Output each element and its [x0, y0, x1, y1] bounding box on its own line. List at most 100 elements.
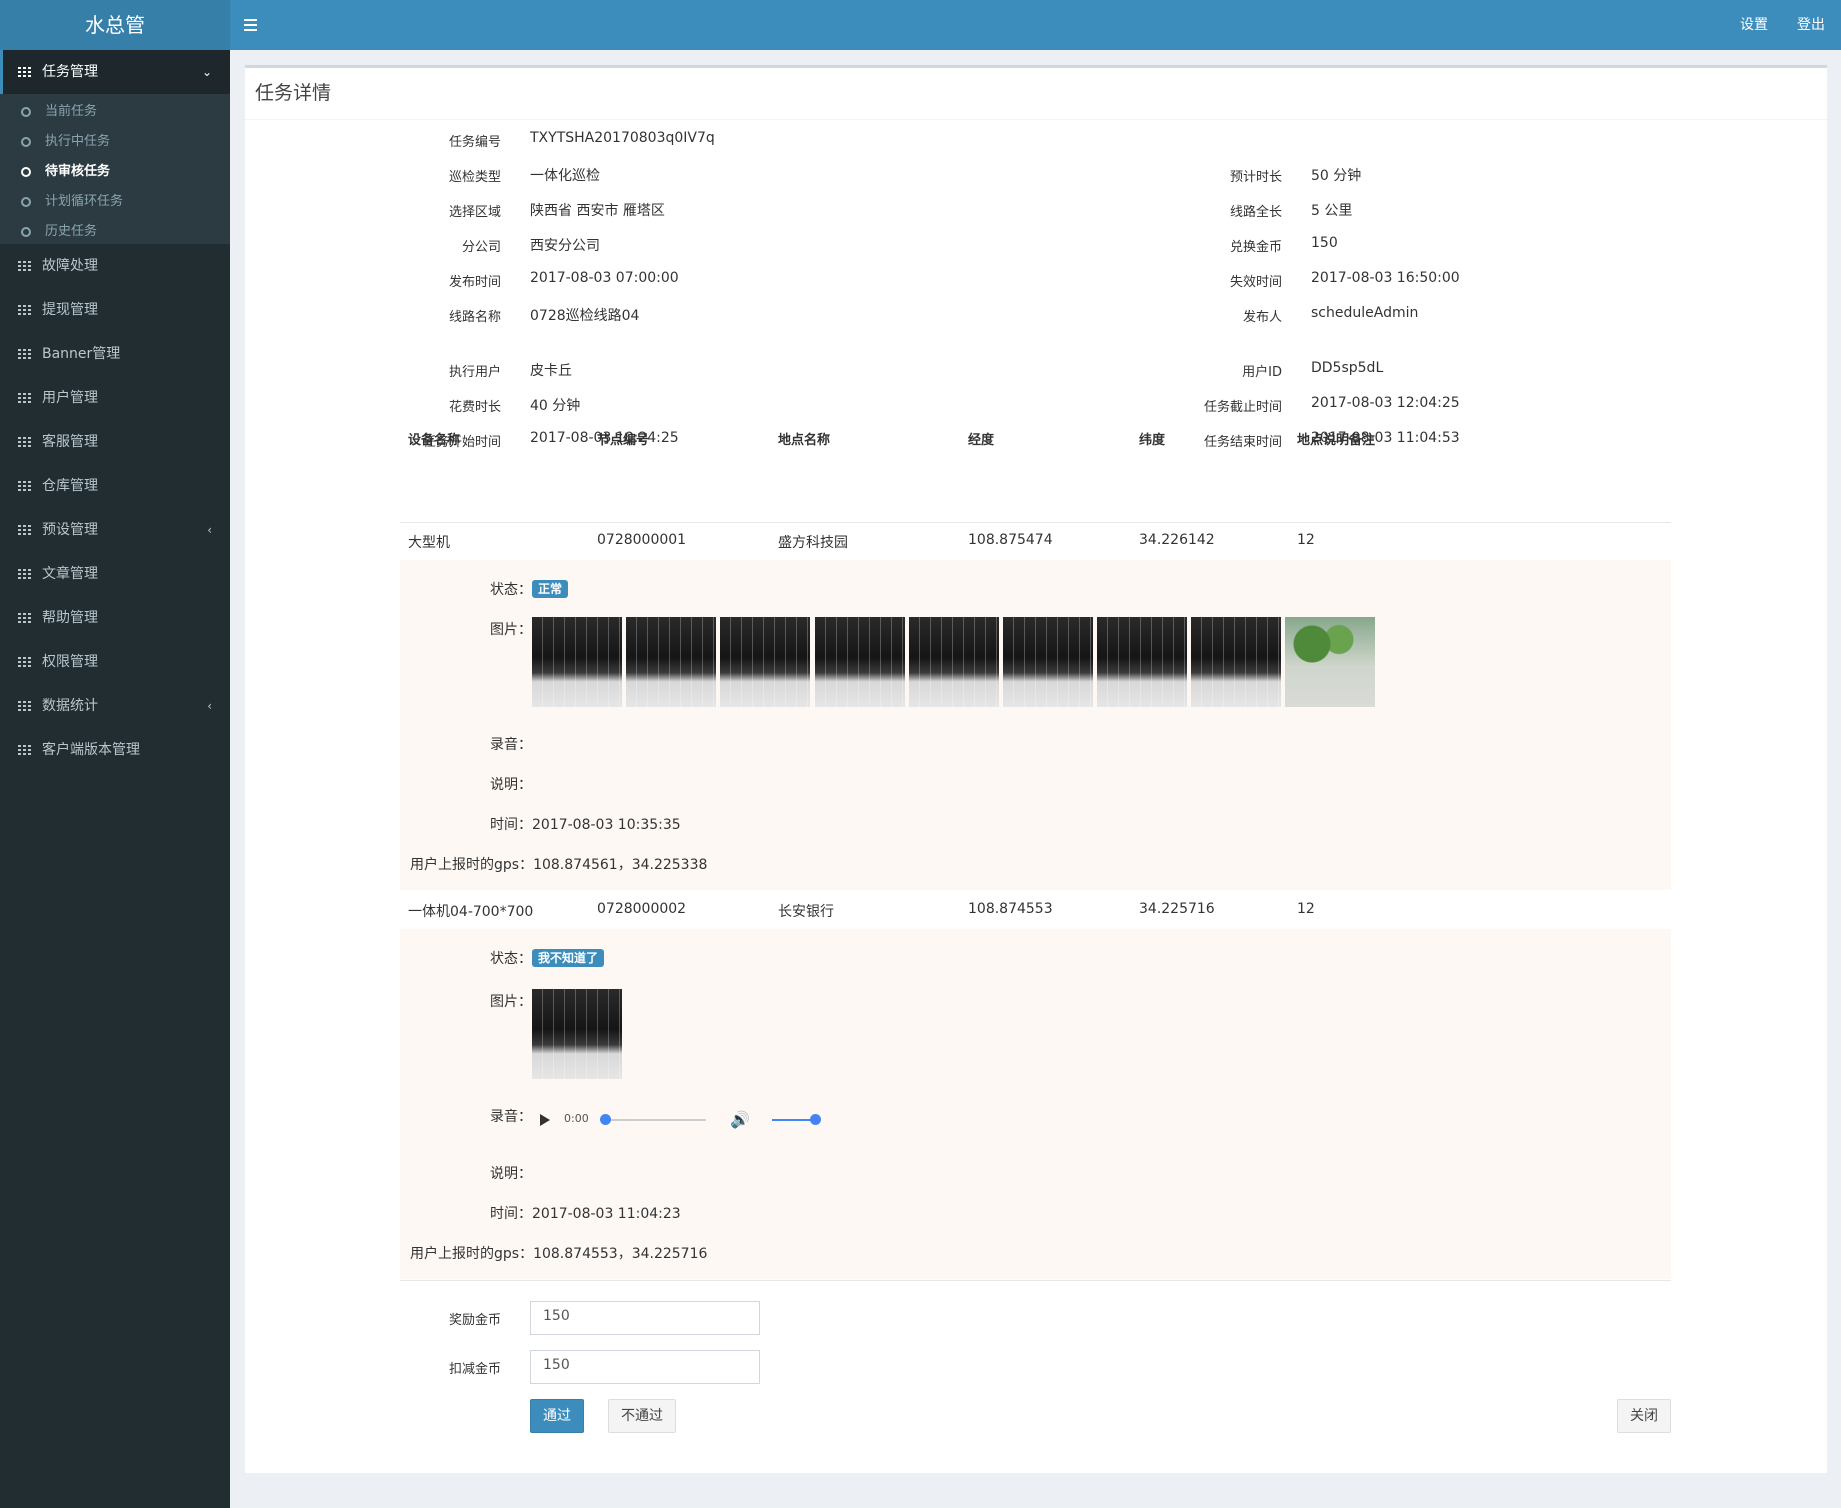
gps-value: 108.874553，34.225716: [533, 1246, 708, 1262]
sidebar-item-2[interactable]: Banner管理: [0, 332, 230, 376]
row-detail-panel: [400, 929, 1671, 1279]
audio-progress-knob[interactable]: [600, 1114, 611, 1125]
close-button[interactable]: 关闭: [1617, 1399, 1671, 1433]
photo-thumbnail[interactable]: [626, 617, 716, 707]
submenu-label: 待审核任务: [45, 164, 111, 179]
sidebar-item-label: 故障处理: [42, 258, 98, 274]
sidebar-item-8[interactable]: 帮助管理: [0, 596, 230, 640]
exec-user-label: 执行用户: [448, 365, 501, 380]
submenu-label: 执行中任务: [45, 134, 111, 149]
photo-thumbnail[interactable]: [1003, 617, 1093, 707]
deduct-coins-input[interactable]: 150: [530, 1350, 760, 1384]
sidebar-item-7[interactable]: 文章管理: [0, 552, 230, 596]
photo-thumbnail[interactable]: [720, 617, 810, 707]
reject-button[interactable]: 不通过: [608, 1399, 676, 1433]
sidebar-item-11[interactable]: 客户端版本管理: [0, 728, 230, 772]
sidebar-toggle-icon[interactable]: [244, 15, 260, 35]
play-icon[interactable]: [540, 1114, 550, 1126]
gps-value: 108.874561，34.225338: [533, 857, 708, 873]
sidebar-item-0[interactable]: 故障处理: [0, 244, 230, 288]
submenu-label: 计划循环任务: [45, 194, 124, 209]
route-length-label: 线路全长: [1229, 205, 1282, 220]
grid-icon: [18, 67, 31, 77]
circle-icon: [21, 137, 31, 147]
region-label: 选择区域: [448, 205, 501, 220]
submenu-item-pending-review[interactable]: 待审核任务: [0, 157, 230, 187]
est-duration-label: 预计时长: [1229, 170, 1282, 185]
time-value: 2017-08-03 11:04:23: [532, 1206, 681, 1222]
photo-thumbnail[interactable]: [1285, 617, 1375, 707]
circle-icon: [21, 197, 31, 207]
submenu-item-recurring-tasks[interactable]: 计划循环任务: [0, 187, 230, 217]
circle-icon: [21, 167, 31, 177]
patrol-type-label: 巡检类型: [448, 170, 501, 185]
photo-thumbnail[interactable]: [1097, 617, 1187, 707]
status-label: 状态：: [490, 951, 532, 967]
sidebar-item-label: 任务管理: [42, 64, 98, 80]
table-cell: 12: [1297, 901, 1315, 917]
table-cell: 0728000001: [597, 532, 687, 548]
divider: [400, 522, 1671, 523]
table-cell: 34.226142: [1139, 532, 1215, 548]
audio-label: 录音：: [490, 737, 532, 753]
approve-button[interactable]: 通过: [530, 1399, 584, 1433]
settings-link[interactable]: 设置: [1740, 0, 1768, 50]
app-logo[interactable]: 水总管: [0, 0, 230, 50]
photo-thumbnail[interactable]: [532, 989, 622, 1079]
sidebar-item-1[interactable]: 提现管理: [0, 288, 230, 332]
spent-value: 40 分钟: [530, 398, 581, 414]
est-duration-value: 50 分钟: [1311, 168, 1362, 184]
note-label: 说明：: [490, 777, 532, 793]
task-no-value: TXYTSHA20170803q0IV7q: [530, 130, 715, 146]
logout-link[interactable]: 登出: [1797, 0, 1825, 50]
sidebar-item-label: 仓库管理: [42, 478, 98, 494]
submenu-item-current-tasks[interactable]: 当前任务: [0, 97, 230, 127]
volume-icon[interactable]: 🔊: [730, 1111, 750, 1129]
col-header-location: 地点名称: [778, 433, 831, 448]
sidebar-item-4[interactable]: 客服管理: [0, 420, 230, 464]
sidebar-item-label: 文章管理: [42, 566, 98, 582]
photo-thumbnail[interactable]: [909, 617, 999, 707]
photo-thumbnail[interactable]: [815, 617, 905, 707]
grid-icon: [18, 525, 31, 535]
sidebar-item-label: 权限管理: [42, 654, 98, 670]
time-label: 时间：2017-08-03 10:35:35: [490, 814, 681, 834]
sidebar-item-3[interactable]: 用户管理: [0, 376, 230, 420]
sidebar-item-label: 帮助管理: [42, 610, 98, 626]
chevron-down-icon: ⌄: [201, 65, 212, 79]
gps-label-text: 用户上报时的gps：: [410, 1246, 534, 1262]
chevron-left-icon: ‹: [207, 523, 212, 537]
task-no-label: 任务编号: [448, 135, 501, 150]
pic-label: 图片：: [490, 622, 532, 638]
sidebar-item-9[interactable]: 权限管理: [0, 640, 230, 684]
exec-user-value: 皮卡丘: [530, 363, 572, 379]
time-label-text: 时间：: [490, 1206, 532, 1222]
col-header-node: 节点编号: [597, 433, 650, 448]
gps-label: 用户上报时的gps：108.874561，34.225338: [410, 854, 707, 874]
circle-icon: [21, 227, 31, 237]
submenu-item-executing-tasks[interactable]: 执行中任务: [0, 127, 230, 157]
sidebar-item-task-management[interactable]: 任务管理 ⌄: [0, 50, 230, 94]
submenu-item-history-tasks[interactable]: 历史任务: [0, 217, 230, 247]
table-cell: 长安银行: [778, 904, 834, 920]
top-header: 水总管 设置 登出: [0, 0, 1841, 50]
end-time-label: 任务结束时间: [1203, 435, 1282, 450]
grid-icon: [18, 657, 31, 667]
sidebar-item-10[interactable]: 数据统计 ‹: [0, 684, 230, 728]
publisher-label: 发布人: [1242, 310, 1282, 325]
submenu-label: 历史任务: [45, 224, 98, 239]
sidebar-item-5[interactable]: 仓库管理: [0, 464, 230, 508]
photo-thumbnail[interactable]: [532, 617, 622, 707]
audio-player[interactable]: 0:00 🔊: [540, 1108, 830, 1132]
audio-progress-track[interactable]: [606, 1119, 706, 1121]
photo-thumbnail[interactable]: [1191, 617, 1281, 707]
publisher-value: scheduleAdmin: [1311, 305, 1419, 321]
volume-knob[interactable]: [810, 1114, 821, 1125]
table-cell: 108.874553: [968, 901, 1053, 917]
time-label: 时间：2017-08-03 11:04:23: [490, 1203, 681, 1223]
expire-time-label: 失效时间: [1229, 275, 1282, 290]
sidebar-item-6[interactable]: 预设管理 ‹: [0, 508, 230, 552]
reward-coins-input[interactable]: 150: [530, 1301, 760, 1335]
branch-value: 西安分公司: [530, 238, 600, 254]
status-label: 状态：: [490, 582, 532, 598]
